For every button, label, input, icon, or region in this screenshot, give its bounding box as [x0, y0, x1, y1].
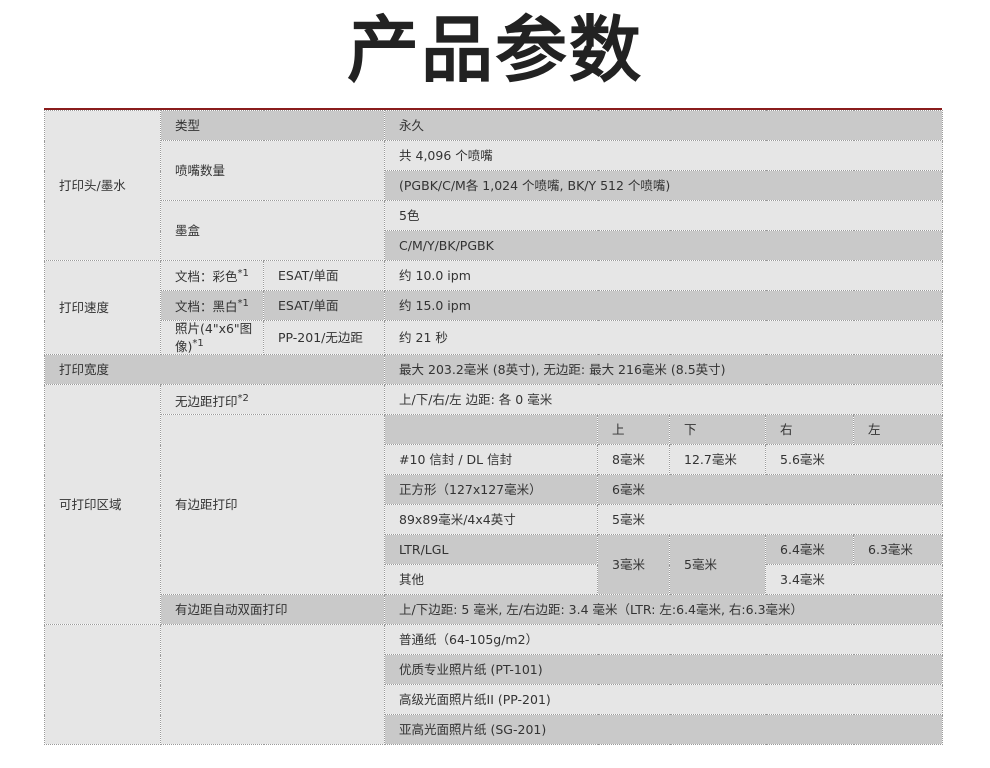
type-value: 永久	[384, 110, 944, 141]
margin-header-right: 右	[765, 414, 855, 446]
footnote-mark: *1	[237, 298, 249, 310]
table-row: 普通纸（64-105g/m2）	[44, 624, 944, 746]
footnote-mark: *1	[192, 338, 204, 349]
bordered-label: 有边距打印	[159, 414, 386, 596]
ltr-bottom: 5毫米	[669, 534, 767, 596]
speed-black-label: 文档：黑白*1	[160, 290, 264, 321]
footnote-mark: *1	[237, 268, 249, 280]
row-label-width: 打印宽度	[43, 354, 386, 386]
speed-color-mode: ESAT/单面	[262, 260, 386, 291]
row-label-area: 可打印区域	[44, 384, 161, 626]
envelope-top: 8毫米	[597, 444, 671, 476]
media-sub-label	[159, 624, 386, 746]
row-label-media	[44, 624, 161, 746]
row-label-speed: 打印速度	[44, 259, 161, 356]
speed-photo-label: 照片(4"x6"图像)*1	[160, 319, 264, 356]
cartridge-colors: C/M/Y/BK/PGBK	[384, 230, 944, 261]
footnote-mark: *2	[237, 392, 249, 404]
media-pp201: 高级光面照片纸II (PP-201)	[384, 684, 944, 716]
table-row: 墨盒 5色	[45, 200, 944, 261]
table-row: 打印速度 文档：彩色*1 ESAT/单面 约 10.0 ipm	[44, 259, 944, 356]
ltr-top: 3毫米	[597, 534, 671, 596]
cartridge-label: 墨盒	[159, 200, 386, 261]
other-label: 其他	[384, 564, 599, 596]
margin-header-bottom: 下	[669, 414, 767, 446]
media-sg201: 亚高光面照片纸 (SG-201)	[384, 714, 944, 746]
media-plain: 普通纸（64-105g/m2）	[384, 624, 944, 656]
speed-black-value: 约 15.0 ipm	[384, 290, 944, 321]
nozzle-total: 共 4,096 个喷嘴	[384, 140, 944, 171]
size89-label: 89x89毫米/4x4英寸	[384, 504, 599, 536]
table-row: 有边距打印 上 下 右 左	[45, 414, 944, 596]
table-row: 文档：黑白*1 ESAT/单面 约 15.0 ipm	[45, 290, 944, 321]
other-right: 3.4毫米	[765, 564, 944, 596]
square-value: 6毫米	[597, 474, 944, 506]
table-row: 打印宽度 最大 203.2毫米 (8英寸), 无边距: 最大 216毫米 (8.…	[43, 354, 944, 386]
duplex-label: 有边距自动双面打印	[159, 594, 386, 626]
nozzle-detail: (PGBK/C/M各 1,024 个喷嘴, BK/Y 512 个喷嘴)	[384, 170, 944, 201]
envelope-right: 5.6毫米	[765, 444, 944, 476]
ltr-label: LTR/LGL	[384, 534, 599, 566]
type-label: 类型	[159, 110, 386, 141]
ltr-right: 6.4毫米	[765, 534, 855, 566]
speed-color-label: 文档：彩色*1	[160, 260, 264, 291]
square-label: 正方形（127x127毫米）	[384, 474, 599, 506]
cartridge-count: 5色	[384, 200, 944, 231]
table-row: 喷嘴数量 共 4,096 个喷嘴	[45, 140, 944, 201]
speed-black-mode: ESAT/单面	[262, 290, 386, 321]
envelope-bottom: 12.7毫米	[669, 444, 767, 476]
table-row: 打印头/墨水 类型 永久	[44, 110, 944, 261]
page-title: 产品参数	[346, 8, 643, 92]
spec-table: 打印头/墨水 类型 永久 喷嘴数量 共 4,096 个喷嘴 (PGBK/C/M各…	[43, 110, 944, 746]
margin-header-left: 左	[853, 414, 944, 446]
table-row: 可打印区域 无边距打印*2 上/下/右/左 边距: 各 0 毫米	[44, 384, 944, 626]
row-label-printhead: 打印头/墨水	[44, 110, 161, 261]
nozzle-label: 喷嘴数量	[159, 140, 386, 201]
envelope-label: #10 信封 / DL 信封	[384, 444, 599, 476]
media-pt101: 优质专业照片纸 (PT-101)	[384, 654, 944, 686]
borderless-value: 上/下/右/左 边距: 各 0 毫米	[384, 384, 944, 416]
speed-photo-value: 约 21 秒	[384, 319, 944, 356]
table-row: 照片(4"x6"图像)*1 PP-201/无边距 约 21 秒	[45, 319, 944, 356]
speed-color-value: 约 10.0 ipm	[384, 260, 944, 291]
width-value: 最大 203.2毫米 (8英寸), 无边距: 最大 216毫米 (8.5英寸)	[384, 354, 944, 386]
size89-value: 5毫米	[597, 504, 944, 536]
table-row: 有边距自动双面打印 上/下边距: 5 毫米, 左/右边距: 3.4 毫米（LTR…	[45, 594, 944, 626]
borderless-label: 无边距打印*2	[159, 384, 386, 416]
speed-photo-mode: PP-201/无边距	[262, 319, 386, 356]
margin-header-top: 上	[597, 414, 671, 446]
ltr-left: 6.3毫米	[853, 534, 944, 566]
margin-header-blank	[384, 414, 599, 446]
duplex-value: 上/下边距: 5 毫米, 左/右边距: 3.4 毫米（LTR: 左:6.4毫米,…	[384, 594, 944, 626]
